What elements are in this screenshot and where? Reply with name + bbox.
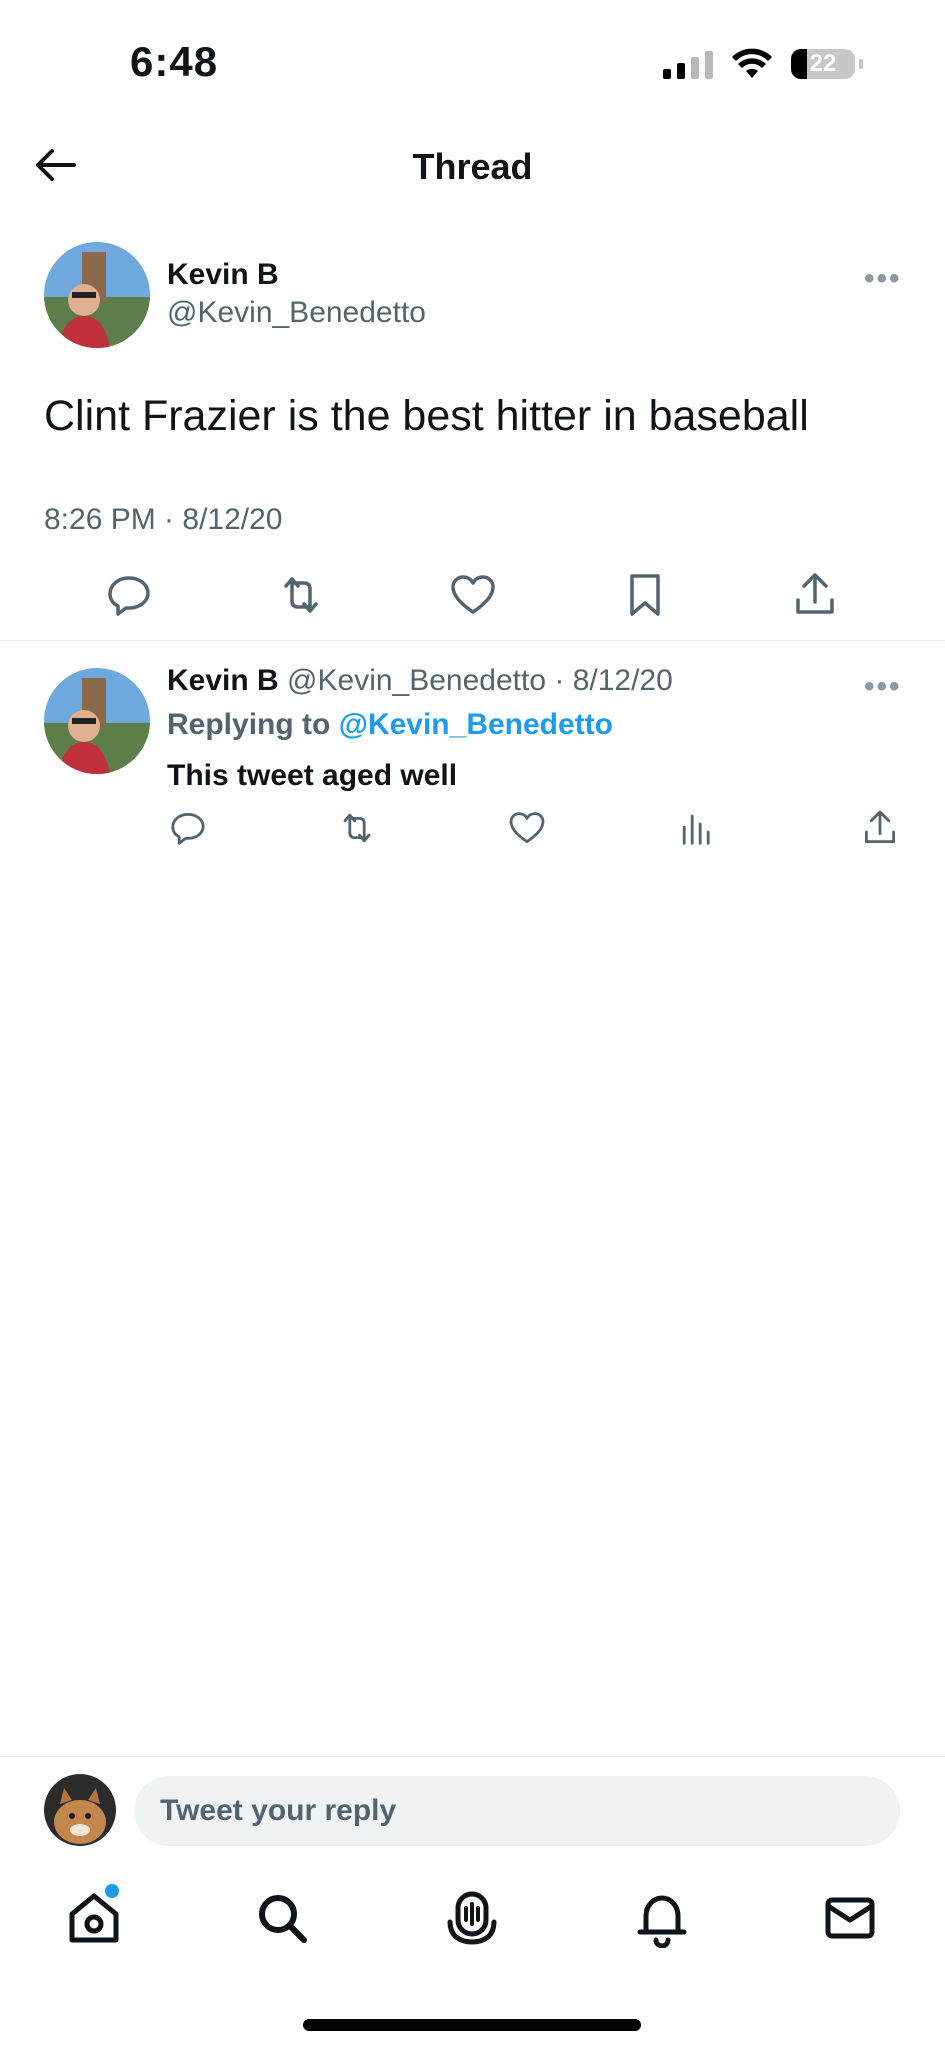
reply-input[interactable]: Tweet your reply — [134, 1776, 900, 1846]
search-icon[interactable] — [252, 1888, 312, 1948]
share-icon[interactable] — [790, 570, 840, 620]
status-time: 6:48 — [130, 38, 219, 85]
home-icon[interactable] — [64, 1888, 124, 1948]
replying-to-prefix: Replying to — [167, 708, 331, 741]
avatar[interactable] — [44, 242, 150, 348]
like-icon[interactable] — [507, 808, 547, 848]
battery-icon: 22 — [791, 49, 855, 79]
spaces-icon[interactable] — [442, 1888, 502, 1948]
author-handle[interactable]: @Kevin_Benedetto — [167, 296, 426, 330]
retweet-icon[interactable] — [337, 808, 377, 848]
author-name[interactable]: Kevin B — [167, 664, 279, 697]
analytics-icon[interactable] — [677, 808, 717, 848]
wifi-icon — [732, 48, 772, 78]
home-indicator[interactable] — [303, 2019, 641, 2031]
notifications-icon[interactable] — [632, 1888, 692, 1948]
cellular-signal-icon — [663, 49, 713, 79]
retweet-icon[interactable] — [276, 570, 326, 620]
reply-icon[interactable] — [168, 808, 208, 848]
replying-to: Replying to @Kevin_Benedetto — [167, 708, 613, 742]
tweet-text: Clint Frazier is the best hitter in base… — [44, 392, 809, 440]
avatar[interactable] — [44, 668, 150, 774]
author-name[interactable]: Kevin B — [167, 258, 279, 292]
divider — [0, 640, 945, 641]
like-icon[interactable] — [448, 570, 498, 620]
author-handle[interactable]: @Kevin_Benedetto — [287, 664, 546, 697]
reply-icon[interactable] — [104, 570, 154, 620]
divider — [0, 1756, 945, 1757]
page-title: Thread — [412, 146, 533, 187]
bookmark-icon[interactable] — [620, 570, 670, 620]
battery-level: 22 — [809, 50, 837, 77]
tweet-text: This tweet aged well — [167, 759, 458, 792]
share-icon[interactable] — [860, 808, 900, 848]
more-options-icon[interactable]: ••• — [864, 670, 902, 704]
avatar[interactable] — [44, 1774, 116, 1846]
battery-tip — [859, 59, 863, 69]
tweet-date: · 8/12/20 — [554, 664, 673, 697]
status-icons: 22 — [663, 44, 863, 84]
reply-header: Kevin B @Kevin_Benedetto · 8/12/20 — [167, 664, 673, 698]
replying-to-link[interactable]: @Kevin_Benedetto — [339, 708, 613, 741]
more-options-icon[interactable]: ••• — [864, 262, 902, 296]
messages-icon[interactable] — [820, 1888, 880, 1948]
tweet-timestamp: 8:26 PM · 8/12/20 — [44, 503, 283, 536]
